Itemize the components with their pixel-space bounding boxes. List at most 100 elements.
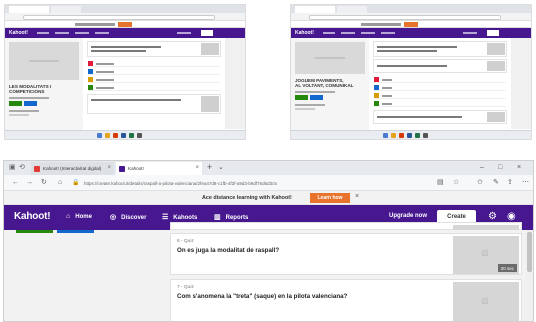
share-icon[interactable]: ⇪ <box>507 178 513 188</box>
thumb-play-button <box>295 95 308 100</box>
chevron-down-icon[interactable]: ⌄ <box>218 162 224 173</box>
url-input[interactable]: https://create.kahoot.it/details/raspall… <box>80 178 440 188</box>
lock-icon: 🔒 <box>72 180 80 186</box>
question-title: Com s'anomena la "treta" (saque) en la p… <box>177 293 348 300</box>
question-image: ▨ 20 sec <box>453 236 519 274</box>
window-close-icon[interactable]: × <box>517 162 521 173</box>
learn-how-button[interactable]: Learn how <box>310 193 350 203</box>
thumb-scrollbar <box>225 38 245 129</box>
image-placeholder-icon: ▨ <box>481 296 489 305</box>
thumb-cover-image <box>295 42 365 74</box>
scrollbar[interactable] <box>526 230 533 321</box>
close-icon[interactable]: × <box>107 165 111 171</box>
favorites-icon[interactable]: ✩ <box>477 178 483 188</box>
nav-label: Home <box>75 214 92 220</box>
thumb-tab <box>51 6 81 13</box>
nav-discover[interactable]: ◎ Discover <box>110 213 146 221</box>
question-image <box>453 225 519 230</box>
nav-home[interactable]: ⌂ Home <box>66 213 92 220</box>
question-number: 6 - Quiz <box>177 239 194 244</box>
bar-chart-icon: ▥ <box>214 214 221 221</box>
nav-kahoots[interactable]: ☰ Kahoots <box>162 213 197 221</box>
new-tab-icon[interactable]: + <box>207 162 212 173</box>
thumb-question-list <box>85 38 223 132</box>
nav-label: Reports <box>225 215 249 221</box>
home-icon[interactable]: ⌂ <box>58 178 62 188</box>
question-image: ▨ <box>453 282 519 321</box>
more-icon[interactable]: ⋯ <box>522 178 529 188</box>
browser-tab-bar: ▣ ⟲ Kahoot! (Interactivitat digital) × K… <box>4 161 533 175</box>
thumb-kahoot-title: JOGUEM PAVIMENTS, AL VOLTANT, COMUNIKAL <box>295 78 354 89</box>
thumb-kahoot-details: JOGUEM PAVIMENTS, AL VOLTANT, COMUNIKAL <box>291 38 369 132</box>
thumb-logo: Kahoot! <box>9 30 28 36</box>
pen-icon[interactable]: ✎ <box>493 178 499 188</box>
browser-window: ▣ ⟲ Kahoot! (Interactivitat digital) × K… <box>3 160 534 322</box>
thumb-assign-button <box>310 95 323 100</box>
thumb-banner <box>291 21 531 28</box>
play-button[interactable] <box>16 230 53 233</box>
nav-reports[interactable]: ▥ Reports <box>214 213 248 221</box>
thumb-taskbar <box>291 130 531 139</box>
thumb-address-bar <box>5 13 245 21</box>
close-icon[interactable]: × <box>355 193 359 200</box>
tab-actions-icon[interactable]: ▣ <box>9 164 16 172</box>
tab-kahoot[interactable]: Kahoot! × <box>116 162 202 175</box>
tab-label: Kahoot! <box>128 166 144 171</box>
kahoot-content: 6 - Quiz On es juga la modalitat de rasp… <box>4 222 533 321</box>
scrollbar-thumb[interactable] <box>527 232 532 272</box>
promo-banner: Ace distance learning with Kahoot! Learn… <box>4 191 533 205</box>
thumb-kahoot-title: LES MODALITATS I COMPETICIONS <box>9 84 52 95</box>
thumb-question-card <box>373 41 507 57</box>
question-card[interactable]: 7 - Quiz Com s'anomena la "treta" (saque… <box>170 279 522 321</box>
thumb-question-card <box>373 59 507 73</box>
kahoot-logo[interactable]: Kahoot! <box>14 211 51 222</box>
thumb-banner <box>5 21 245 28</box>
thumb-question-card <box>87 94 221 114</box>
close-icon[interactable]: × <box>195 165 199 171</box>
thumb-tab-bar <box>5 5 245 13</box>
thumb-tab-bar <box>291 5 531 13</box>
home-icon: ⌂ <box>66 213 71 220</box>
tab-favicon <box>34 166 40 172</box>
thumb-kahoot-nav: Kahoot! <box>291 28 531 38</box>
thumb-tab <box>295 6 335 13</box>
question-number: 7 - Quiz <box>177 285 194 290</box>
maximize-icon[interactable]: □ <box>498 162 502 173</box>
thumb-scrollbar <box>511 38 531 129</box>
assign-button[interactable] <box>57 230 94 233</box>
reader-view-icon[interactable]: ▤ <box>437 178 444 188</box>
question-title: On es juga la modalitat de raspall? <box>177 247 280 254</box>
thumb-kahoot-details: LES MODALITATS I COMPETICIONS <box>5 38 83 132</box>
forward-icon[interactable]: → <box>26 178 33 188</box>
list-icon: ☰ <box>162 214 169 221</box>
thumbnail-screenshot-right: Kahoot! JOGUEM PAVIMENTS, AL VOLTANT, CO… <box>290 4 532 140</box>
back-icon[interactable]: ← <box>12 178 19 188</box>
thumb-tab <box>9 6 49 13</box>
reload-icon[interactable]: ↻ <box>41 178 47 188</box>
thumb-kahoot-nav: Kahoot! <box>5 28 245 38</box>
thumb-assign-button <box>24 101 37 106</box>
thumb-logo: Kahoot! <box>295 30 314 36</box>
thumb-question-list <box>371 38 509 132</box>
compass-icon: ◎ <box>110 214 117 221</box>
image-placeholder-icon: ▨ <box>481 248 489 257</box>
tab-favicon <box>119 166 125 172</box>
time-limit-badge: 20 sec <box>497 264 517 272</box>
question-card-previous[interactable] <box>170 222 522 230</box>
tab-kahoot-interactivitat[interactable]: Kahoot! (Interactivitat digital) × <box>31 162 114 175</box>
star-icon[interactable]: ☆ <box>453 178 459 188</box>
address-bar: ← → ↻ ⌂ 🔒 https://create.kahoot.it/detai… <box>4 175 533 191</box>
question-card[interactable]: 6 - Quiz On es juga la modalitat de rasp… <box>170 233 522 275</box>
thumb-play-button <box>9 101 22 106</box>
thumb-tab <box>337 6 367 13</box>
minimize-icon[interactable]: – <box>480 162 484 173</box>
banner-text: Ace distance learning with Kahoot! <box>202 195 292 201</box>
nav-label: Kahoots <box>173 215 198 221</box>
thumb-cover-image <box>9 42 79 80</box>
upgrade-now-link[interactable]: Upgrade now <box>389 213 427 219</box>
nav-label: Discover <box>121 215 147 221</box>
thumb-address-bar <box>291 13 531 21</box>
thumbnail-screenshot-left: Kahoot! LES MODALITATS I COMPETICIONS <box>4 4 246 140</box>
thumb-question-card <box>373 110 507 124</box>
back-tab-icon[interactable]: ⟲ <box>19 164 25 172</box>
